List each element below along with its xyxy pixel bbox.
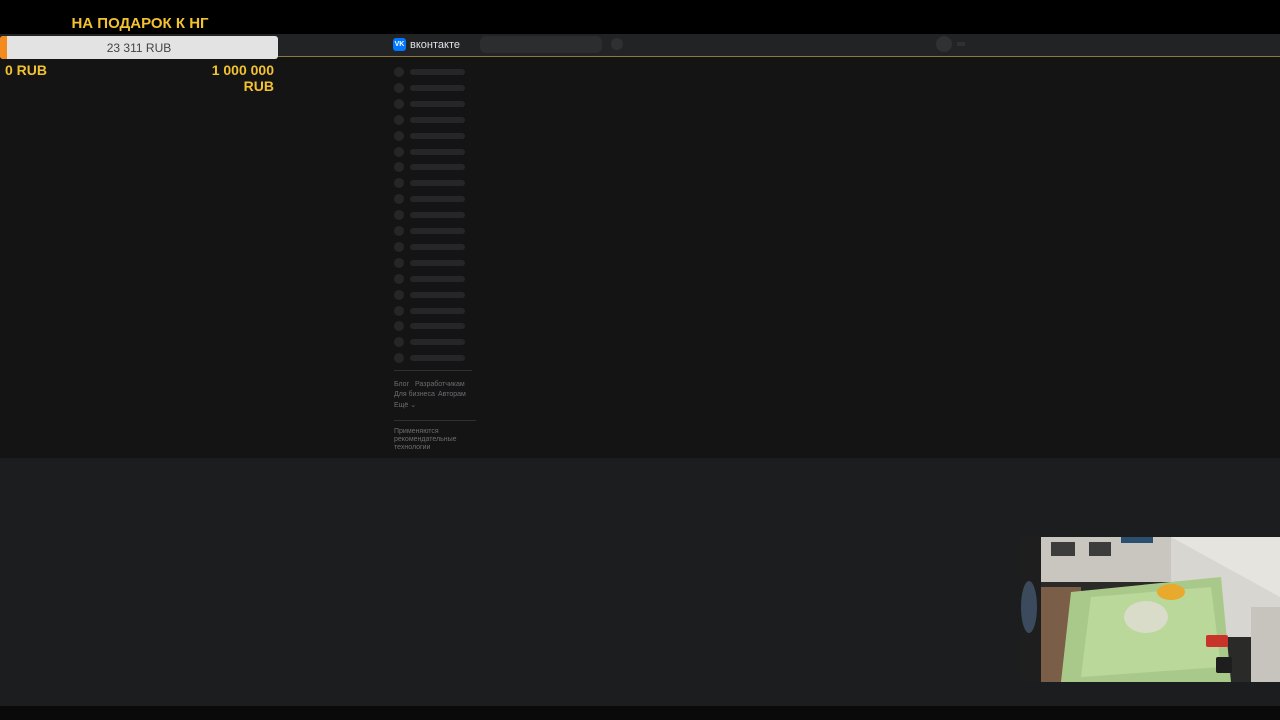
footer-link-blog[interactable]: Блог bbox=[394, 381, 409, 388]
menu-label-placeholder bbox=[410, 100, 465, 107]
menu-icon-placeholder bbox=[394, 289, 404, 300]
donation-max-label: 1 000 000 RUB bbox=[211, 62, 274, 94]
menu-label-placeholder bbox=[410, 212, 465, 219]
menu-label-placeholder bbox=[410, 339, 465, 346]
menu-label-placeholder bbox=[410, 307, 465, 314]
sidebar-menu-item-placeholder[interactable] bbox=[394, 321, 474, 332]
menu-icon-placeholder bbox=[394, 210, 404, 221]
footer-link-developers[interactable]: Разработчикам bbox=[415, 381, 465, 388]
menu-label-placeholder bbox=[410, 196, 465, 203]
notifications-icon[interactable] bbox=[611, 38, 623, 50]
menu-label-placeholder bbox=[410, 355, 465, 362]
menu-label-placeholder bbox=[410, 291, 465, 298]
donation-min-label: 0 RUB bbox=[5, 62, 48, 78]
menu-icon-placeholder bbox=[394, 130, 404, 141]
menu-label-placeholder bbox=[410, 84, 465, 91]
donation-progress-bar: 23 311 RUB bbox=[0, 36, 278, 59]
avatar[interactable] bbox=[936, 36, 952, 52]
menu-label-placeholder bbox=[410, 259, 465, 266]
sidebar-menu-item-placeholder[interactable] bbox=[394, 337, 474, 348]
sidebar-menu-item-placeholder[interactable] bbox=[394, 353, 474, 364]
menu-icon-placeholder bbox=[394, 226, 404, 236]
menu-icon-placeholder bbox=[394, 146, 404, 157]
sidebar-menu-item-placeholder[interactable] bbox=[394, 114, 474, 125]
webcam-feed bbox=[1021, 537, 1280, 682]
sidebar-menu-item-placeholder[interactable] bbox=[394, 130, 474, 141]
sidebar-menu-item-placeholder[interactable] bbox=[394, 194, 474, 205]
recommend-note-line2[interactable]: рекомендательные bbox=[394, 436, 457, 443]
menu-icon-placeholder bbox=[394, 241, 404, 252]
vk-page bbox=[0, 57, 1280, 458]
footer-divider bbox=[394, 420, 476, 421]
sidebar-menu-item-placeholder[interactable] bbox=[394, 178, 474, 189]
footer-more-label: Ещё bbox=[394, 402, 409, 409]
chevron-down-icon: ⌄ bbox=[410, 402, 417, 409]
menu-icon-placeholder bbox=[394, 194, 404, 205]
menu-label-placeholder bbox=[410, 148, 465, 155]
menu-icon-placeholder bbox=[394, 353, 404, 364]
footer-link-authors[interactable]: Авторам bbox=[438, 391, 466, 398]
sidebar-menu-item-placeholder[interactable] bbox=[394, 67, 474, 77]
menu-label-placeholder bbox=[410, 275, 465, 282]
sidebar-menu-item-placeholder[interactable] bbox=[394, 162, 474, 173]
donation-current-amount: 23 311 RUB bbox=[106, 40, 172, 55]
menu-icon-placeholder bbox=[394, 337, 404, 348]
sidebar-menu-item-placeholder[interactable] bbox=[394, 257, 474, 268]
donation-goal-title: НА ПОДАРОК К НГ bbox=[71, 15, 209, 32]
menu-label-placeholder bbox=[410, 164, 465, 171]
sidebar-menu-item-placeholder[interactable] bbox=[394, 305, 474, 316]
vk-logo-text: вконтакте bbox=[410, 38, 460, 51]
webcam-image bbox=[1021, 537, 1280, 682]
sidebar-menu-item-placeholder[interactable] bbox=[394, 241, 474, 252]
vk-icon: VK bbox=[393, 38, 406, 51]
sidebar-menu-item-placeholder[interactable] bbox=[394, 82, 474, 93]
sidebar-menu-item-placeholder[interactable] bbox=[394, 226, 474, 236]
menu-icon-placeholder bbox=[394, 67, 404, 77]
menu-icon-placeholder bbox=[394, 178, 404, 189]
sidebar-divider bbox=[394, 370, 472, 371]
menu-icon-placeholder bbox=[394, 257, 404, 268]
menu-label-placeholder bbox=[410, 228, 465, 234]
menu-icon-placeholder bbox=[394, 321, 404, 332]
sidebar-menu-item-placeholder[interactable] bbox=[394, 98, 474, 109]
footer-link-more[interactable]: Ещё ⌄ bbox=[394, 401, 416, 409]
footer-link-business[interactable]: Для бизнеса bbox=[394, 391, 435, 398]
menu-label-placeholder bbox=[410, 180, 465, 187]
menu-label-placeholder bbox=[410, 69, 465, 75]
menu-label-placeholder bbox=[410, 116, 465, 123]
menu-label-placeholder bbox=[410, 323, 465, 330]
menu-icon-placeholder bbox=[394, 273, 404, 284]
menu-icon-placeholder bbox=[394, 305, 404, 316]
stream-bottom-bar bbox=[0, 706, 1280, 720]
recommend-note-line1[interactable]: Применяются bbox=[394, 428, 439, 435]
chevron-down-icon[interactable] bbox=[957, 42, 965, 46]
sidebar-menu-item-placeholder[interactable] bbox=[394, 146, 474, 157]
menu-icon-placeholder bbox=[394, 162, 404, 173]
menu-label-placeholder bbox=[410, 132, 465, 139]
menu-label-placeholder bbox=[410, 243, 465, 250]
menu-icon-placeholder bbox=[394, 82, 404, 93]
sidebar-menu-item-placeholder[interactable] bbox=[394, 289, 474, 300]
search-input[interactable] bbox=[480, 36, 602, 53]
sidebar-menu-item-placeholder[interactable] bbox=[394, 273, 474, 284]
menu-icon-placeholder bbox=[394, 98, 404, 109]
vk-logo[interactable]: VK вконтакте bbox=[393, 38, 460, 51]
sidebar-menu-item-placeholder[interactable] bbox=[394, 210, 474, 221]
menu-icon-placeholder bbox=[394, 114, 404, 125]
recommend-note-line3[interactable]: технологии bbox=[394, 444, 430, 451]
